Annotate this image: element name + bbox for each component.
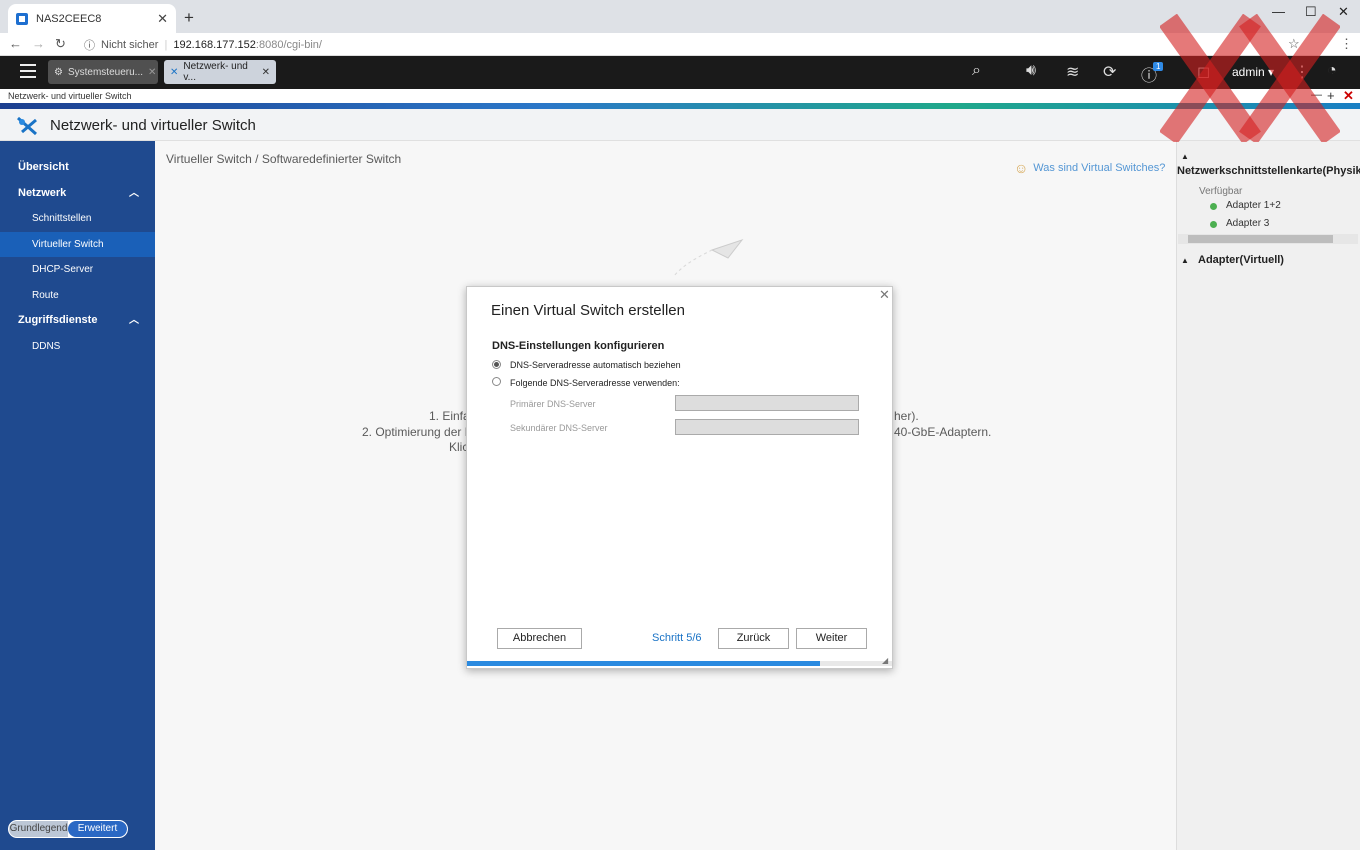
info-icon: ⓘ xyxy=(84,40,95,52)
main-menu-icon[interactable] xyxy=(20,64,36,78)
close-window-icon[interactable]: ✕ xyxy=(1338,4,1349,20)
more-icon[interactable]: ⋮ xyxy=(1294,62,1310,82)
browser-tabstrip xyxy=(0,0,1360,33)
dns-section-title: DNS-Einstellungen konfigurieren xyxy=(492,340,665,352)
back-button[interactable]: Zurück xyxy=(718,628,789,649)
sidebar-item-label: Virtueller Switch xyxy=(32,239,104,250)
mode-advanced-option[interactable]: Erweitert xyxy=(68,821,127,837)
sidebar-item-label: DHCP-Server xyxy=(32,264,94,275)
menu-dots-icon[interactable]: ⋮ xyxy=(1340,36,1353,52)
sync-icon[interactable]: ⟳ xyxy=(1103,62,1116,82)
chevron-up-icon: ︿ xyxy=(129,315,139,326)
radio-dns-auto[interactable] xyxy=(492,360,501,369)
available-label: Verfügbar xyxy=(1199,186,1243,197)
physical-nic-heading: Netzwerkschnittstellenkarte(Physikalisch… xyxy=(1177,165,1360,177)
scrollbar-thumb[interactable] xyxy=(1188,235,1333,243)
close-icon[interactable]: ✕ xyxy=(148,67,156,78)
browser-tab-title: NAS2CEEC8 xyxy=(36,12,102,25)
dashboard-icon[interactable]: ◔ xyxy=(1327,62,1337,80)
progress-fill xyxy=(467,661,820,666)
adapter-item[interactable]: Adapter 3 xyxy=(1226,218,1269,229)
app-tab-systemsteuerung[interactable]: ⚙ Systemsteueru... ✕ xyxy=(48,60,158,84)
status-dot-icon xyxy=(1210,221,1217,228)
right-panel xyxy=(1176,141,1360,850)
notification-badge: 1 xyxy=(1153,62,1164,71)
window-minimize-icon[interactable]: — xyxy=(1311,89,1322,101)
sidebar-item-schnittstellen[interactable]: Schnittstellen xyxy=(0,206,155,231)
app-tab-label: Netzwerk- und v... xyxy=(183,61,248,83)
sidebar-item-zugriffsdienste[interactable]: Zugriffsdienste ︿ xyxy=(0,308,155,333)
sidebar-item-label: Übersicht xyxy=(18,161,69,173)
sidebar-item-route[interactable]: Route xyxy=(0,283,155,308)
network-switch-icon: ✕ xyxy=(170,66,179,78)
minimize-icon[interactable]: — xyxy=(1272,4,1285,19)
window-title-strip: Netzwerk- und virtueller Switch xyxy=(0,89,1360,103)
secondary-dns-label: Sekundärer DNS-Server xyxy=(510,423,608,433)
search-icon[interactable]: ⌕ xyxy=(972,62,981,80)
back-icon[interactable]: ← xyxy=(9,36,22,51)
gear-icon: ⚙ xyxy=(54,66,63,78)
sidebar: Übersicht Netzwerk ︿ Schnittstellen Virtu… xyxy=(0,141,155,850)
primary-dns-field[interactable] xyxy=(675,395,859,411)
radio-dns-auto-label[interactable]: DNS-Serveradresse automatisch beziehen xyxy=(510,360,681,370)
sidebar-item-uebersicht[interactable]: Übersicht xyxy=(0,155,155,180)
sidebar-item-label: Route xyxy=(32,290,59,301)
forward-icon[interactable]: → xyxy=(32,36,45,51)
sidebar-item-ddns[interactable]: DDNS xyxy=(0,334,155,359)
tasks-icon[interactable]: ≋ xyxy=(1066,62,1079,82)
volume-icon[interactable]: 🔊︎ xyxy=(1026,62,1036,80)
sidebar-item-label: Zugriffsdienste xyxy=(18,314,98,326)
url-host: 192.168.177.152 xyxy=(173,39,256,51)
virtual-adapter-heading: Adapter(Virtuell) xyxy=(1198,254,1284,266)
qnap-favicon-icon xyxy=(16,12,28,25)
sidebar-item-label: DDNS xyxy=(32,341,61,352)
resize-handle-icon[interactable]: ◢ xyxy=(882,656,888,665)
sidebar-item-label: Schnittstellen xyxy=(32,213,92,224)
chevron-up-icon: ︿ xyxy=(129,188,139,199)
secondary-dns-field[interactable] xyxy=(675,419,859,435)
app-tab-netzwerk[interactable]: ✕ Netzwerk- und v... ✕ xyxy=(164,60,276,84)
user-avatar-icon[interactable]: ◻ xyxy=(1197,62,1210,82)
radio-dns-manual-label[interactable]: Folgende DNS-Serveradresse verwenden: xyxy=(510,378,680,388)
reload-icon[interactable]: ↻ xyxy=(55,36,66,52)
adapter-item[interactable]: Adapter 1+2 xyxy=(1226,200,1281,211)
sidebar-item-dhcp-server[interactable]: DHCP-Server xyxy=(0,257,155,282)
new-tab-icon[interactable]: + xyxy=(184,8,194,28)
primary-dns-label: Primärer DNS-Server xyxy=(510,399,596,409)
security-label: Nicht sicher xyxy=(101,39,159,51)
mode-basic-option[interactable]: Grundlegend xyxy=(9,821,68,837)
dialog-close-icon[interactable]: ✕ xyxy=(879,287,890,303)
browser-tab[interactable]: NAS2CEEC8 ✕ xyxy=(8,4,176,33)
close-icon[interactable]: ✕ xyxy=(262,67,270,78)
app-title: Netzwerk- und virtueller Switch xyxy=(50,117,256,134)
mode-switch[interactable]: Grundlegend Erweitert xyxy=(8,820,128,838)
collapse-arrow-icon[interactable]: ▲ xyxy=(1181,152,1189,161)
url-path: :8080/cgi-bin/ xyxy=(255,39,322,51)
window-maximize-icon[interactable]: + xyxy=(1327,88,1335,103)
network-switch-icon xyxy=(17,116,37,136)
url-field[interactable]: ⓘ Nicht sicher | 192.168.177.152 :8080/c… xyxy=(84,37,322,53)
star-icon[interactable]: ☆ xyxy=(1288,36,1300,52)
app-tab-label: Systemsteueru... xyxy=(67,66,143,78)
user-menu[interactable]: admin ▾ xyxy=(1232,65,1274,79)
step-indicator: Schritt 5/6 xyxy=(652,632,702,644)
close-tab-icon[interactable]: ✕ xyxy=(157,11,168,27)
window-title: Netzwerk- und virtueller Switch xyxy=(8,91,132,101)
cancel-button[interactable]: Abbrechen xyxy=(497,628,582,649)
sidebar-item-label: Netzwerk xyxy=(18,187,67,199)
next-button[interactable]: Weiter xyxy=(796,628,867,649)
window-close-icon[interactable]: ✕ xyxy=(1343,88,1354,104)
dialog-title: Einen Virtual Switch erstellen xyxy=(491,302,685,319)
sidebar-item-netzwerk[interactable]: Netzwerk ︿ xyxy=(0,181,155,206)
collapse-arrow-icon[interactable]: ▲ xyxy=(1181,256,1189,265)
sidebar-item-virtueller-switch[interactable]: Virtueller Switch xyxy=(0,232,155,257)
maximize-icon[interactable]: ☐ xyxy=(1305,4,1317,20)
radio-dns-manual[interactable] xyxy=(492,377,501,386)
status-dot-icon xyxy=(1210,203,1217,210)
